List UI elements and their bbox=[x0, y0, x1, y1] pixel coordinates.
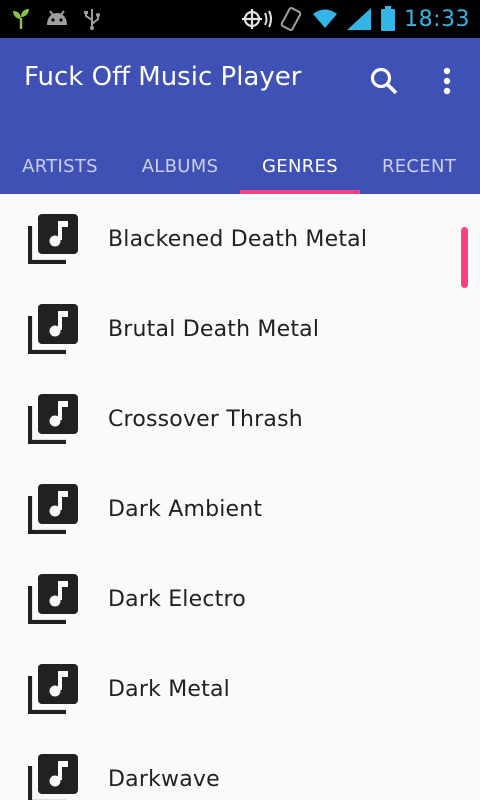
tab-albums[interactable]: ALBUMS bbox=[120, 138, 240, 194]
genre-label: Dark Metal bbox=[108, 676, 230, 702]
genre-label: Dark Ambient bbox=[108, 496, 263, 522]
library-music-icon bbox=[28, 484, 78, 534]
android-icon bbox=[44, 9, 70, 29]
sprout-icon bbox=[12, 8, 30, 30]
tab-bar: ARTISTS ALBUMS GENRES RECENT bbox=[0, 138, 480, 194]
app-title: Fuck Off Music Player bbox=[24, 62, 302, 92]
rotate-icon bbox=[280, 6, 302, 32]
status-bar: 18:33 bbox=[0, 0, 480, 38]
tab-recent[interactable]: RECENT bbox=[359, 138, 479, 194]
battery-icon bbox=[380, 6, 396, 32]
genre-list-item[interactable]: Dark Metal bbox=[0, 644, 480, 734]
genre-list-item[interactable]: Crossover Thrash bbox=[0, 374, 480, 464]
library-music-icon bbox=[28, 214, 78, 264]
status-bar-system: 18:33 bbox=[240, 0, 480, 38]
library-music-icon bbox=[28, 754, 78, 800]
signal-icon bbox=[346, 7, 372, 31]
genre-label: Blackened Death Metal bbox=[108, 226, 368, 252]
genre-label: Darkwave bbox=[108, 766, 220, 792]
genre-list[interactable]: Blackened Death Metal Brutal Death Metal… bbox=[0, 194, 480, 800]
genre-list-item[interactable]: Darkwave bbox=[0, 734, 480, 800]
library-music-icon bbox=[28, 664, 78, 714]
status-bar-notifications bbox=[0, 0, 100, 38]
genre-list-item[interactable]: Blackened Death Metal bbox=[0, 194, 480, 284]
scrollbar-thumb[interactable] bbox=[461, 227, 468, 288]
gps-icon bbox=[240, 7, 276, 31]
library-music-icon bbox=[28, 304, 78, 354]
library-music-icon bbox=[28, 394, 78, 444]
search-button[interactable] bbox=[366, 63, 402, 99]
library-music-icon bbox=[28, 574, 78, 624]
more-options-button[interactable] bbox=[434, 63, 460, 99]
genre-list-item[interactable]: Dark Electro bbox=[0, 554, 480, 644]
app-bar: Fuck Off Music Player ARTISTS ALBUMS GEN… bbox=[0, 38, 480, 194]
genre-label: Dark Electro bbox=[108, 586, 246, 612]
usb-icon bbox=[84, 7, 100, 31]
more-vert-icon bbox=[443, 67, 451, 95]
tab-artists[interactable]: ARTISTS bbox=[0, 138, 120, 194]
wifi-icon bbox=[312, 8, 338, 30]
status-time: 18:33 bbox=[404, 6, 470, 32]
genre-list-item[interactable]: Brutal Death Metal bbox=[0, 284, 480, 374]
tab-genres[interactable]: GENRES bbox=[240, 138, 360, 194]
genre-list-item[interactable]: Dark Ambient bbox=[0, 464, 480, 554]
search-icon bbox=[370, 67, 398, 95]
genre-label: Brutal Death Metal bbox=[108, 316, 320, 342]
genre-label: Crossover Thrash bbox=[108, 406, 303, 432]
